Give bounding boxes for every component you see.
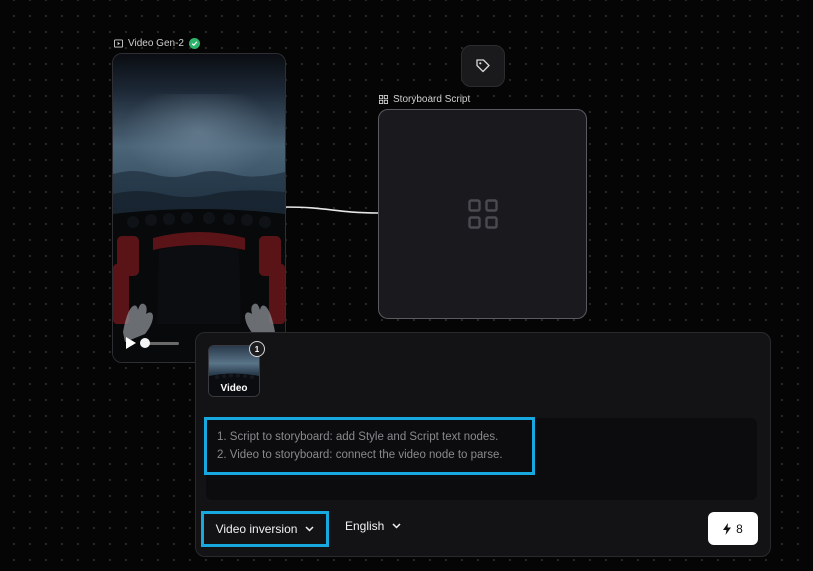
scrubber-handle[interactable] xyxy=(140,337,150,348)
storyboard-node-title: Storyboard Script xyxy=(393,94,471,105)
prompt-panel: Video 1 1. Script to storyboard: add Sty… xyxy=(195,332,771,557)
prompt-placeholder-line-2: 2. Video to storyboard: connect the vide… xyxy=(217,449,503,461)
chevron-down-icon xyxy=(392,523,401,529)
language-dropdown-label: English xyxy=(345,519,385,533)
lightning-icon xyxy=(723,522,732,535)
workflow-canvas[interactable]: Video Gen-2 Storyboard Script Video 1 1.… xyxy=(0,0,813,571)
storyboard-node-header: Storyboard Script xyxy=(379,94,470,105)
check-icon xyxy=(188,38,200,49)
credit-cost: 8 xyxy=(736,521,743,536)
video-node[interactable] xyxy=(112,53,286,363)
grid-icon xyxy=(467,199,498,229)
tag-button[interactable] xyxy=(461,45,505,87)
mode-dropdown[interactable]: Video inversion xyxy=(201,511,329,547)
video-playback-controls xyxy=(125,336,179,350)
thumbnail-label: Video xyxy=(220,383,248,394)
storyboard-node[interactable] xyxy=(378,109,587,319)
prompt-placeholder-line-1: 1. Script to storyboard: add Style and S… xyxy=(217,431,499,443)
prompt-highlight-box xyxy=(204,417,535,475)
video-node-header: Video Gen-2 xyxy=(114,38,200,49)
mode-dropdown-label: Video inversion xyxy=(215,522,298,536)
chevron-down-icon xyxy=(305,526,314,532)
grid-icon xyxy=(379,95,388,104)
video-scrubber[interactable] xyxy=(140,337,179,348)
language-dropdown[interactable]: English xyxy=(345,519,401,533)
video-icon xyxy=(114,39,123,48)
video-node-title: Video Gen-2 xyxy=(128,38,184,49)
attachment-count-badge: 1 xyxy=(249,341,265,357)
video-preview xyxy=(113,54,285,362)
generate-button[interactable]: 8 xyxy=(708,512,758,545)
play-icon[interactable] xyxy=(125,336,137,350)
tag-icon xyxy=(476,59,490,73)
